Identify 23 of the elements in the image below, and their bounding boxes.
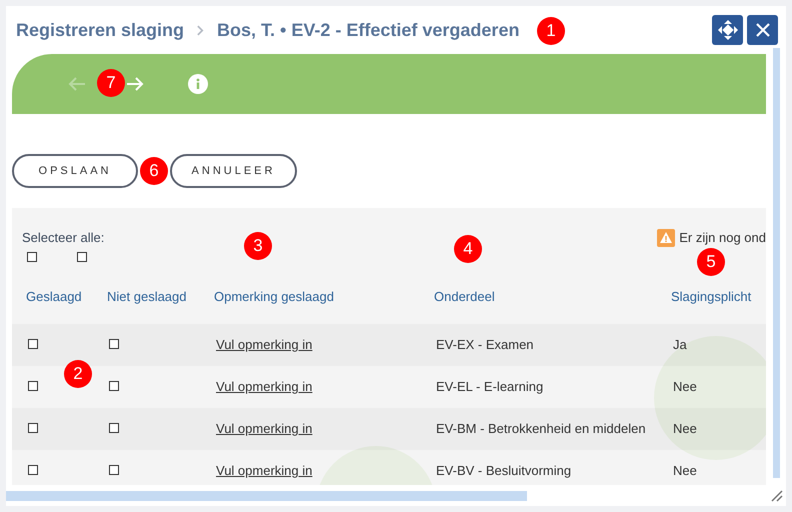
column-header: Onderdeel xyxy=(434,288,496,306)
table-cell-text: Nee xyxy=(673,462,697,480)
select-all-label: Selecteer alle: xyxy=(22,229,104,247)
breadcrumb-item: Bos, T. • EV-2 - Effectief vergaderen xyxy=(217,18,520,42)
column-header: Niet geslaagd xyxy=(107,288,188,306)
breadcrumb-item[interactable]: Registreren slaging xyxy=(16,16,184,44)
table-cell-text: Nee xyxy=(673,420,697,438)
comment-link[interactable]: Vul opmerking in xyxy=(216,461,312,481)
comment-link[interactable]: Vul opmerking in xyxy=(216,377,312,397)
warning-text: Er zijn nog ond xyxy=(679,229,766,247)
table-cell-text: Nee xyxy=(673,378,697,396)
table-cell-text: EV-EL - E-learning xyxy=(436,378,544,396)
table-cell-text: Ja xyxy=(673,336,687,354)
table-cell-text: EV-BM - Betrokkenheid en middelen xyxy=(436,420,646,438)
column-header: Geslaagd xyxy=(26,288,83,306)
column-header: Slagingsplicht xyxy=(671,288,752,306)
cancel-button[interactable]: ANNULEER xyxy=(170,154,297,188)
comment-link[interactable]: Vul opmerking in xyxy=(216,419,312,439)
save-button[interactable]: OPSLAAN xyxy=(12,154,138,188)
column-header: Opmerking geslaagd xyxy=(214,288,335,306)
comment-link[interactable]: Vul opmerking in xyxy=(216,335,312,355)
table-cell-text: EV-BV - Besluitvorming xyxy=(436,462,572,480)
table-cell-text: EV-EX - Examen xyxy=(436,336,534,354)
